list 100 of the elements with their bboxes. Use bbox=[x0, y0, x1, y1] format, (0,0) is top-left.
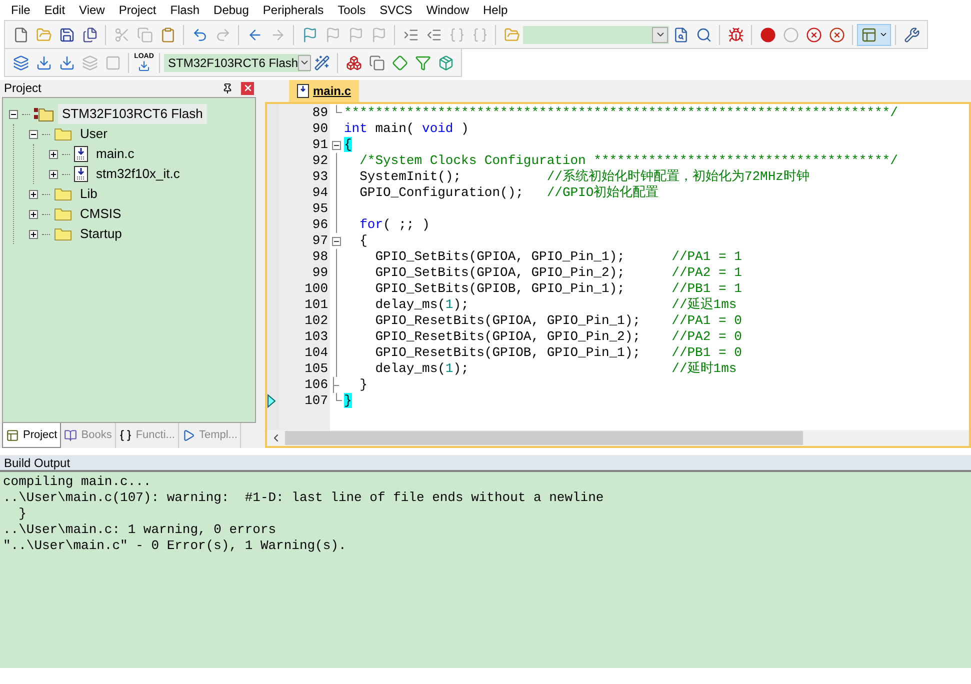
find-field[interactable] bbox=[523, 26, 669, 44]
code-line: { bbox=[358, 233, 368, 248]
cut-icon bbox=[114, 26, 130, 42]
stop-icon bbox=[104, 54, 120, 70]
line-number: 102 bbox=[304, 313, 328, 329]
find-icon bbox=[672, 26, 688, 42]
line-number: 93 bbox=[311, 169, 328, 185]
panel-title: Project bbox=[4, 80, 42, 97]
line-number: 96 bbox=[311, 217, 328, 233]
save-icon bbox=[58, 26, 74, 42]
menu-item[interactable]: File bbox=[4, 1, 38, 19]
open-folder-icon bbox=[36, 26, 52, 42]
flag-icon bbox=[348, 26, 364, 42]
collapse-toggle[interactable] bbox=[29, 130, 38, 138]
folder-icon bbox=[54, 127, 72, 141]
save-all-icon bbox=[82, 26, 98, 42]
tree-item[interactable]: main.c bbox=[92, 144, 138, 164]
menu-item[interactable]: Help bbox=[476, 1, 515, 19]
comment-icon bbox=[448, 26, 464, 42]
project-icon bbox=[6, 428, 19, 442]
menu-item[interactable]: SVCS bbox=[372, 1, 420, 19]
pin-icon[interactable] bbox=[222, 82, 233, 94]
uncomment-icon bbox=[472, 26, 488, 42]
fold-toggle[interactable] bbox=[332, 236, 340, 246]
diamond-icon bbox=[392, 54, 408, 70]
books-icon bbox=[64, 429, 78, 442]
undo-icon bbox=[192, 26, 208, 42]
panel-title: Build Output bbox=[4, 454, 70, 472]
output-line: compiling main.c... bbox=[3, 474, 152, 490]
fold-toggle[interactable] bbox=[332, 140, 340, 150]
flag-icon bbox=[302, 26, 318, 42]
code-line: **********************************************************************/ bbox=[344, 105, 898, 120]
line-number: 107 bbox=[304, 393, 328, 409]
funnel-icon bbox=[414, 54, 430, 70]
components-icon bbox=[346, 54, 362, 70]
fold-end bbox=[336, 393, 342, 401]
tree-item[interactable]: CMSIS bbox=[76, 204, 126, 224]
tree-item[interactable]: Startup bbox=[76, 224, 126, 244]
code-line: for( ;; ) bbox=[358, 217, 430, 232]
close-icon bbox=[242, 83, 252, 93]
line-number: 103 bbox=[304, 329, 328, 345]
tree-item[interactable]: stm32f10x_it.c bbox=[92, 164, 184, 184]
indent-icon bbox=[402, 26, 418, 42]
code-line: /*System Clocks Configuration **************************************/ bbox=[358, 153, 898, 168]
folder-icon bbox=[54, 207, 72, 221]
find-in-files-icon bbox=[504, 26, 520, 42]
menu-item[interactable]: Edit bbox=[37, 1, 72, 19]
paste-icon bbox=[160, 26, 176, 42]
expand-toggle[interactable] bbox=[49, 170, 58, 178]
line-number: 98 bbox=[311, 249, 328, 265]
tree-item[interactable]: User bbox=[76, 124, 112, 144]
redo-icon bbox=[214, 26, 230, 42]
code-line: GPIO_ResetBits(GPIOA, GPIO_Pin_2); //PA2 = 0 bbox=[374, 329, 742, 344]
menu-item[interactable]: Tools bbox=[330, 1, 373, 19]
expand-toggle[interactable] bbox=[49, 150, 58, 158]
package-icon bbox=[438, 54, 454, 70]
line-number: 95 bbox=[311, 201, 328, 217]
panel-tab[interactable]: Project bbox=[2, 423, 62, 448]
code-line: int main( void ) bbox=[344, 121, 469, 136]
new-file-icon bbox=[12, 26, 28, 42]
line-number: 100 bbox=[304, 281, 328, 297]
code-line: SystemInit(); //系统初始化时钟配置，初始化为72MHz时钟 bbox=[358, 169, 810, 184]
menu-item[interactable]: View bbox=[72, 1, 112, 19]
collapse-toggle[interactable] bbox=[9, 110, 18, 118]
folder-icon bbox=[54, 227, 72, 241]
line-number: 101 bbox=[304, 297, 328, 313]
menu-item[interactable]: Peripherals bbox=[256, 1, 331, 19]
tree-item[interactable]: STM32F103RCT6 Flash bbox=[58, 104, 207, 124]
tree-item[interactable]: Lib bbox=[76, 184, 102, 204]
download-arrow-icon bbox=[138, 60, 150, 72]
code-line: } bbox=[358, 377, 368, 392]
expand-toggle[interactable] bbox=[29, 210, 38, 218]
expand-toggle[interactable] bbox=[29, 190, 38, 198]
window-icon bbox=[860, 26, 876, 42]
line-number: 97 bbox=[311, 233, 328, 249]
menu-item[interactable]: Flash bbox=[163, 1, 207, 19]
caret-icon bbox=[878, 30, 888, 39]
code-line: GPIO_SetBits(GPIOA, GPIO_Pin_1); //PA1 = 1 bbox=[374, 249, 742, 264]
file-icon bbox=[74, 146, 88, 162]
output-line: ..\User\main.c(107): warning: #1-D: last line of file ends without a newline bbox=[3, 490, 605, 506]
target-folder-icon bbox=[34, 106, 54, 122]
expand-toggle[interactable] bbox=[29, 230, 38, 238]
flag-icon bbox=[370, 26, 386, 42]
line-number: 105 bbox=[304, 361, 328, 377]
window-button[interactable] bbox=[857, 24, 891, 46]
fold-end bbox=[336, 105, 342, 113]
editor-tab[interactable]: main.c bbox=[289, 80, 360, 102]
code-line: GPIO_SetBits(GPIOB, GPIO_Pin_1); //PB1 = 1 bbox=[374, 281, 742, 296]
settings-icon bbox=[904, 26, 920, 42]
build-icon bbox=[36, 54, 52, 70]
line-number: 104 bbox=[304, 345, 328, 361]
menu-item[interactable]: Debug bbox=[206, 1, 256, 19]
menu-item[interactable]: Project bbox=[112, 1, 164, 19]
close-button[interactable] bbox=[241, 82, 254, 94]
folder-icon bbox=[54, 187, 72, 201]
menu-item[interactable]: Window bbox=[419, 1, 476, 19]
target-select[interactable]: STM32F103RCT6 Flash bbox=[164, 54, 310, 72]
line-number: 89 bbox=[311, 105, 328, 121]
code-line: GPIO_SetBits(GPIOA, GPIO_Pin_2); //PA2 = 1 bbox=[374, 265, 742, 280]
horizontal-scrollbar[interactable] bbox=[267, 430, 969, 446]
